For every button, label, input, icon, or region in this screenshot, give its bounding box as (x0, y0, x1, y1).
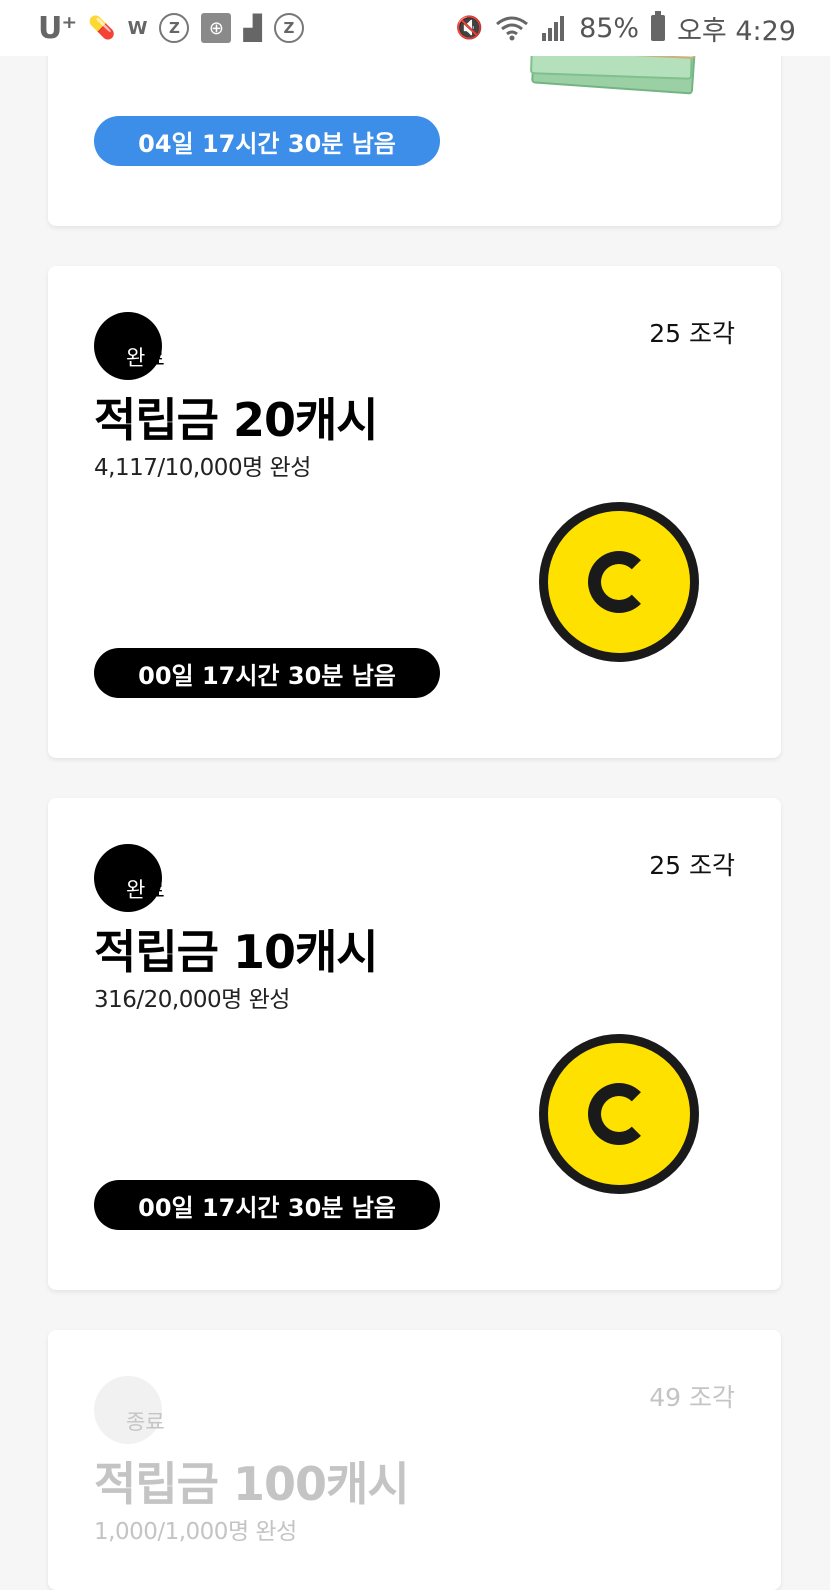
status-badge-label: 완료 (126, 346, 165, 370)
time-remaining-pill: 00일 17시간 30분 남음 (94, 648, 440, 698)
reward-card-2[interactable]: 완료 25 조각 적립금 20캐시 4,117/10,000명 완성 00일 1… (48, 266, 781, 758)
status-bar-right: 🔇 85% 오후 4:29 (456, 9, 796, 48)
time-remaining-pill: 00일 17시간 30분 남음 (94, 1180, 440, 1230)
status-bar: U⁺ 💊 W Z ⊕ ▟ Z 🔇 85% 오후 4:29 (0, 0, 830, 56)
battery-percent: 85% (579, 12, 640, 44)
coin-c-mark (588, 1083, 650, 1145)
pieces-count: 49 조각 (649, 1383, 735, 1412)
pill-icon: 💊 (88, 15, 116, 41)
completion-count: 1,000/1,000명 완성 (94, 1519, 297, 1545)
pieces-count: 25 조각 (649, 319, 735, 348)
app-notification-icon: ⊕ (201, 13, 232, 43)
status-bar-left: U⁺ 💊 W Z ⊕ ▟ Z (38, 11, 304, 46)
wifi-icon (495, 15, 529, 41)
z-app-icon-2: Z (273, 13, 304, 43)
completion-count: 316/20,000명 완성 (94, 987, 290, 1013)
status-badge-label: 완료 (126, 878, 165, 902)
coin-icon (539, 502, 699, 662)
reward-title: 적립금 100캐시 (94, 1457, 410, 1511)
stairs-icon: ▟ (243, 14, 262, 42)
w-app-icon: W (127, 17, 148, 39)
coin-c-mark (588, 551, 650, 613)
clock: 오후 4:29 (677, 15, 796, 47)
reward-title: 적립금 20캐시 (94, 393, 379, 447)
mute-icon: 🔇 (455, 15, 484, 41)
pieces-count: 25 조각 (649, 851, 735, 880)
status-badge-label: 종료 (126, 1410, 165, 1434)
reward-card-3[interactable]: 완료 25 조각 적립금 10캐시 316/20,000명 완성 00일 17시… (48, 798, 781, 1290)
time-remaining-pill: 04일 17시간 30분 남음 (94, 116, 440, 166)
coin-icon (539, 1034, 699, 1194)
signal-icon (541, 15, 567, 41)
battery-icon (651, 11, 666, 41)
carrier-label: U⁺ (38, 10, 77, 46)
z-app-icon: Z (159, 13, 190, 43)
reward-title: 적립금 10캐시 (94, 925, 379, 979)
completion-count: 4,117/10,000명 완성 (94, 455, 311, 481)
reward-card-4[interactable]: 종료 49 조각 적립금 100캐시 1,000/1,000명 완성 (48, 1330, 781, 1590)
